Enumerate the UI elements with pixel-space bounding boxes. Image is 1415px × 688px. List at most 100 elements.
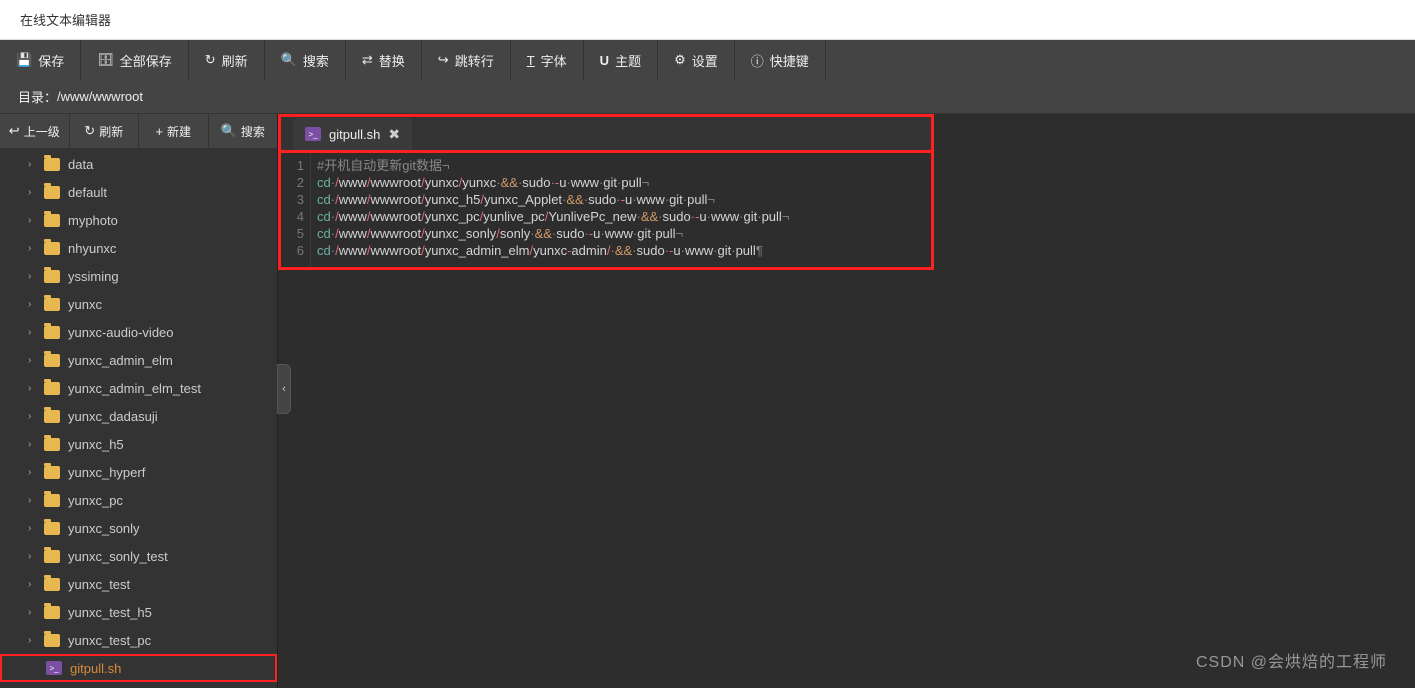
plus-icon: + xyxy=(155,124,163,139)
font-button[interactable]: T字体 xyxy=(511,40,584,80)
app-header: 在线文本编辑器 xyxy=(0,0,1415,40)
tree-item-label: yunxc_test_h5 xyxy=(68,605,152,620)
tree-item[interactable]: › yunxc_admin_elm xyxy=(0,346,277,374)
code-area[interactable]: 123456 #开机自动更新git数据¬cd·/www/wwwroot/yunx… xyxy=(278,150,934,270)
tree-item[interactable]: ›yunxc_test_pc xyxy=(0,626,277,654)
tree-item[interactable]: › yunxc_pc xyxy=(0,486,277,514)
directory-bar: 目录： /www/wwwroot xyxy=(0,80,1415,114)
chevron-right-icon: › xyxy=(28,551,36,562)
folder-icon xyxy=(44,578,60,591)
refresh-button[interactable]: ↻刷新 xyxy=(189,40,265,80)
tree-item[interactable]: › yunxc_test xyxy=(0,570,277,598)
tree-item[interactable]: ›myphoto xyxy=(0,206,277,234)
chevron-right-icon: › xyxy=(28,299,36,310)
folder-icon xyxy=(44,494,60,507)
tree-item-label: yunxc_test_pc xyxy=(68,633,151,648)
tree-item-label: yunxc_sonly_test xyxy=(68,549,168,564)
gear-icon: ⚙ xyxy=(674,52,686,68)
save-all-icon: 🗄 xyxy=(97,52,114,68)
folder-icon xyxy=(44,382,60,395)
folder-icon xyxy=(44,438,60,451)
folder-icon xyxy=(44,242,60,255)
tree-item[interactable]: ›nhyunxc xyxy=(0,234,277,262)
tree-item[interactable]: ›yunxc_test_h5 xyxy=(0,598,277,626)
tree-item-label: yunxc_pc xyxy=(68,493,123,508)
tree-item-label: data xyxy=(68,157,93,172)
chevron-right-icon: › xyxy=(28,467,36,478)
info-icon: ⓘ xyxy=(751,51,764,70)
folder-icon xyxy=(44,270,60,283)
new-button[interactable]: +新建 xyxy=(139,114,209,148)
search-icon: 🔍 xyxy=(281,52,297,68)
up-button[interactable]: ↩上一级 xyxy=(0,114,70,148)
close-icon[interactable]: ✖ xyxy=(388,126,400,143)
collapse-handle[interactable]: ‹ xyxy=(277,364,291,414)
replace-icon: ⇄ xyxy=(362,52,373,68)
sidebar-actions: ↩上一级 ↻刷新 +新建 🔍搜索 xyxy=(0,114,277,148)
tree-item-label: gitpull.sh xyxy=(70,661,121,676)
file-tree[interactable]: ›data›default›myphoto›nhyunxc›yssiming›y… xyxy=(0,148,277,688)
folder-icon xyxy=(44,550,60,563)
settings-button[interactable]: ⚙设置 xyxy=(658,40,735,80)
tree-item-label: myphoto xyxy=(68,213,118,228)
tree-item[interactable]: › default xyxy=(0,178,277,206)
shortcuts-button[interactable]: ⓘ快捷键 xyxy=(735,40,826,80)
up-icon: ↩ xyxy=(9,123,20,139)
chevron-right-icon: › xyxy=(28,187,36,198)
tree-item[interactable]: ›yunxc_h5 xyxy=(0,430,277,458)
goto-button[interactable]: ↪跳转行 xyxy=(422,40,511,80)
watermark: CSDN @会烘焙的工程师 xyxy=(1196,648,1387,672)
tree-item-label: yunxc_dadasuji xyxy=(68,409,158,424)
sh-icon: >_ xyxy=(46,661,62,675)
side-refresh-button[interactable]: ↻刷新 xyxy=(70,114,140,148)
save-button[interactable]: 💾保存 xyxy=(0,40,81,80)
app-title: 在线文本编辑器 xyxy=(20,10,111,29)
tab-gitpull[interactable]: >_ gitpull.sh ✖ xyxy=(293,118,412,150)
tree-item-label: yunxc_admin_elm xyxy=(68,353,173,368)
tree-item[interactable]: >_ gitpull.sh xyxy=(0,654,277,682)
refresh-icon: ↻ xyxy=(205,52,216,68)
chevron-right-icon: › xyxy=(28,159,36,170)
editor: ‹ >_ gitpull.sh ✖ 123456 #开机自动更新git数据¬cd… xyxy=(278,114,1415,688)
tree-item-label: yunxc_h5 xyxy=(68,437,124,452)
chevron-right-icon: › xyxy=(28,355,36,366)
tree-item[interactable]: › yunxc_sonly_test xyxy=(0,542,277,570)
line-gutter: 123456 xyxy=(281,153,311,267)
code-content[interactable]: #开机自动更新git数据¬cd·/www/wwwroot/yunxc/yunxc… xyxy=(311,153,931,267)
tree-item[interactable]: ›yunxc_admin_elm_test xyxy=(0,374,277,402)
search-button[interactable]: 🔍搜索 xyxy=(265,40,346,80)
chevron-right-icon: › xyxy=(28,271,36,282)
side-search-button[interactable]: 🔍搜索 xyxy=(209,114,278,148)
tree-item[interactable]: wwwroot_C4iWmr.tar.gz xyxy=(0,682,277,688)
folder-icon xyxy=(44,158,60,171)
replace-button[interactable]: ⇄替换 xyxy=(346,40,422,80)
tree-item[interactable]: ›yssiming xyxy=(0,262,277,290)
tree-item[interactable]: › yunxc_dadasuji xyxy=(0,402,277,430)
tree-item[interactable]: ›yunxc xyxy=(0,290,277,318)
refresh-icon: ↻ xyxy=(84,123,95,139)
sh-icon: >_ xyxy=(305,127,321,141)
folder-icon xyxy=(44,298,60,311)
folder-icon xyxy=(44,186,60,199)
chevron-right-icon: › xyxy=(28,383,36,394)
folder-icon xyxy=(44,606,60,619)
save-all-button[interactable]: 🗄全部保存 xyxy=(81,40,189,80)
tree-item-label: default xyxy=(68,185,107,200)
chevron-right-icon: › xyxy=(28,495,36,506)
folder-icon xyxy=(44,326,60,339)
tree-item[interactable]: ›yunxc_sonly xyxy=(0,514,277,542)
chevron-right-icon: › xyxy=(28,411,36,422)
tree-item-label: yunxc_hyperf xyxy=(68,465,145,480)
tab-bar: >_ gitpull.sh ✖ xyxy=(278,114,934,150)
chevron-right-icon: › xyxy=(28,327,36,338)
folder-icon xyxy=(44,522,60,535)
tree-item-label: yunxc_test xyxy=(68,577,130,592)
save-icon: 💾 xyxy=(16,52,32,68)
theme-button[interactable]: U主题 xyxy=(584,40,658,80)
tree-item[interactable]: ›yunxc-audio-video xyxy=(0,318,277,346)
chevron-right-icon: › xyxy=(28,579,36,590)
tab-label: gitpull.sh xyxy=(329,127,380,142)
folder-icon xyxy=(44,410,60,423)
tree-item[interactable]: › yunxc_hyperf xyxy=(0,458,277,486)
tree-item[interactable]: › data xyxy=(0,150,277,178)
